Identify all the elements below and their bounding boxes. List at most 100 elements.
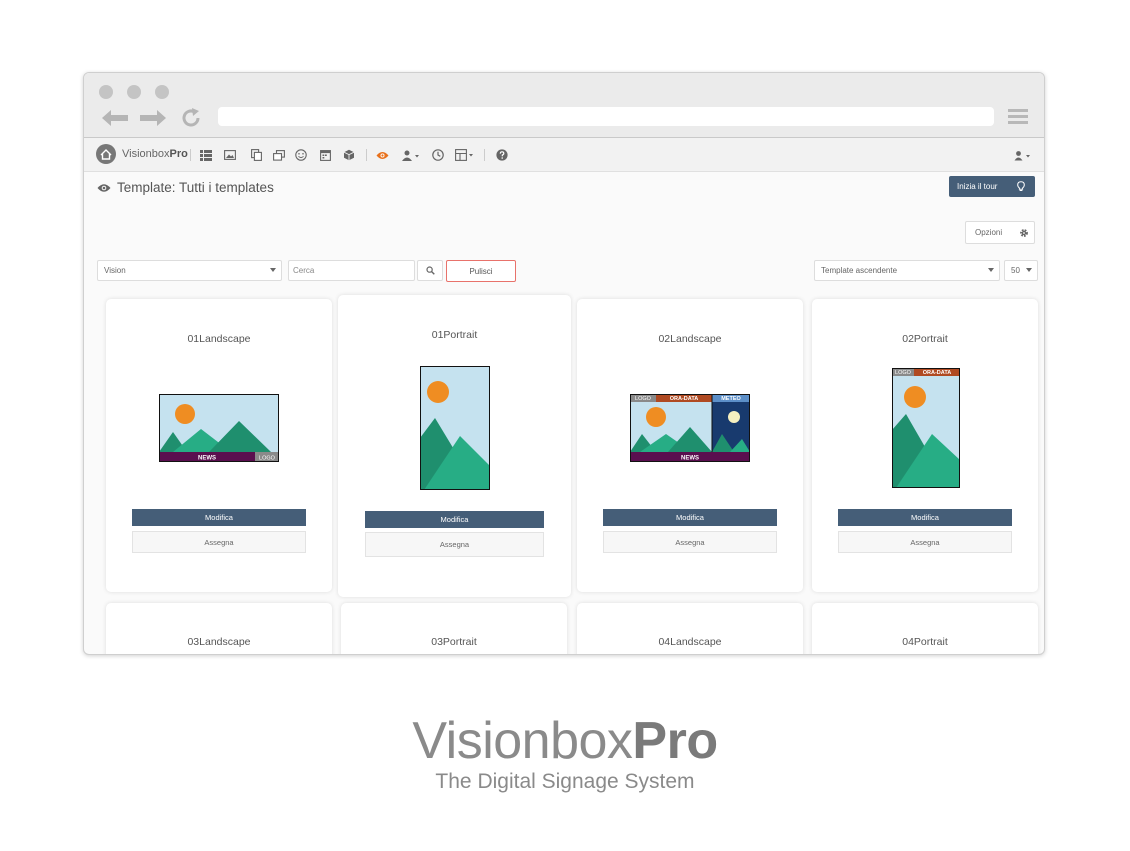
list-icon[interactable]	[199, 148, 213, 162]
footer-brand-logo: VisionboxPro	[0, 711, 1130, 771]
calendar-icon[interactable]	[318, 148, 332, 162]
assign-button[interactable]: Assegna	[365, 532, 544, 557]
template-card-title: 02Landscape	[658, 333, 722, 345]
toolbar-divider	[366, 149, 367, 161]
lightbulb-icon	[1017, 181, 1025, 191]
clock-label: ORA-DATA	[923, 370, 952, 376]
start-tour-label: Inizia il tour	[957, 182, 998, 191]
clear-label: Pulisci	[469, 266, 493, 276]
app-logo-icon[interactable]	[96, 144, 116, 164]
edit-label: Modifica	[205, 513, 233, 522]
edit-button[interactable]: Modifica	[838, 509, 1012, 526]
template-card-title: 04Portrait	[902, 636, 948, 648]
footer-brand-bold: Pro	[632, 712, 718, 770]
clock-icon[interactable]	[431, 148, 445, 162]
help-icon[interactable]	[495, 148, 509, 162]
assign-label: Assegna	[910, 537, 940, 547]
clock-label: ORA-DATA	[670, 396, 699, 402]
layout-dropdown-icon[interactable]	[455, 148, 475, 162]
window-dot-maximize[interactable]	[155, 85, 169, 99]
chevron-down-icon	[988, 268, 994, 272]
user-menu-icon[interactable]	[1014, 149, 1032, 161]
start-tour-button[interactable]: Inizia il tour	[949, 176, 1035, 197]
template-card-title: 03Portrait	[431, 636, 477, 648]
edit-label: Modifica	[911, 513, 939, 522]
assign-label: Assegna	[439, 540, 470, 549]
template-card-03landscape[interactable]: 03Landscape	[106, 603, 332, 654]
app-brand: VisionboxPro	[122, 148, 188, 160]
landscape-news-weather-template-preview: LOGO ORA-DATA METEO NEWS	[630, 394, 750, 462]
weather-label: METEO	[721, 396, 741, 402]
package-icon[interactable]	[342, 148, 356, 162]
chevron-down-icon	[270, 268, 276, 272]
assign-label: Assegna	[675, 537, 705, 547]
copy-icon[interactable]	[249, 148, 263, 162]
brand-bold-text: Pro	[169, 148, 188, 160]
landscape-template-preview: NEWS LOGO	[159, 394, 279, 462]
template-card-title: 04Landscape	[658, 636, 722, 648]
news-label: NEWS	[681, 456, 699, 462]
layers-icon[interactable]	[272, 148, 286, 162]
news-label: NEWS	[198, 456, 216, 462]
assign-button[interactable]: Assegna	[603, 531, 777, 553]
brand-light-text: Visionbox	[122, 148, 170, 160]
smiley-icon[interactable]	[294, 148, 308, 162]
toolbar-divider	[484, 149, 485, 161]
toolbar-divider	[190, 149, 191, 161]
logo-label: LOGO	[635, 396, 652, 402]
template-card-title: 03Landscape	[187, 636, 251, 648]
sort-select-value: Template ascendente	[821, 266, 898, 275]
assign-label: Assegna	[204, 537, 234, 547]
edit-label: Modifica	[440, 515, 469, 524]
search-input[interactable]	[288, 260, 415, 281]
options-button[interactable]: Opzioni	[965, 221, 1035, 244]
page-title-text: Template: Tutti i templates	[117, 180, 274, 195]
page-title: Template: Tutti i templates	[97, 180, 274, 195]
edit-label: Modifica	[676, 513, 704, 522]
footer-tagline: The Digital Signage System	[435, 770, 695, 793]
gear-icon	[1020, 229, 1028, 237]
address-bar[interactable]	[218, 107, 994, 126]
page-size-value: 50	[1011, 266, 1020, 275]
template-card-02portrait[interactable]: 02Portrait LOGO ORA-DATA Modifica Assegn…	[812, 299, 1038, 592]
options-label: Opzioni	[975, 228, 1003, 237]
edit-button[interactable]: Modifica	[132, 509, 306, 526]
template-card-04portrait[interactable]: 04Portrait	[812, 603, 1038, 654]
browser-menu-icon[interactable]	[1008, 109, 1028, 125]
app-toolbar: VisionboxPro	[84, 138, 1044, 172]
category-select-value: Vision	[104, 266, 126, 275]
window-dot-minimize[interactable]	[127, 85, 141, 99]
assign-button[interactable]: Assegna	[132, 531, 306, 553]
template-card-04landscape[interactable]: 04Landscape	[577, 603, 803, 654]
window-dot-close[interactable]	[99, 85, 113, 99]
chevron-down-icon	[1026, 268, 1032, 272]
browser-chrome	[84, 73, 1044, 138]
logo-label: LOGO	[259, 456, 276, 462]
template-card-title: 01Landscape	[187, 333, 251, 345]
image-icon[interactable]	[223, 148, 237, 162]
template-card-02landscape[interactable]: 02Landscape LOGO ORA-DATA METEO NEWS Mod…	[577, 299, 803, 592]
edit-button[interactable]: Modifica	[365, 511, 544, 528]
reload-icon[interactable]	[180, 105, 202, 131]
template-card-03portrait[interactable]: 03Portrait	[341, 603, 567, 654]
logo-label: LOGO	[895, 370, 912, 376]
page-size-select[interactable]: 50	[1004, 260, 1038, 281]
search-button[interactable]	[417, 260, 443, 281]
portrait-clock-template-preview: LOGO ORA-DATA	[892, 368, 960, 488]
assign-button[interactable]: Assegna	[838, 531, 1012, 553]
browser-window: VisionboxPro Template: Tutti i templates…	[83, 72, 1045, 655]
eye-icon[interactable]	[375, 148, 389, 162]
portrait-template-preview	[420, 366, 490, 490]
clear-button[interactable]: Pulisci	[446, 260, 516, 282]
sort-select[interactable]: Template ascendente	[814, 260, 1000, 281]
back-arrow-icon[interactable]	[100, 105, 130, 131]
forward-arrow-icon[interactable]	[138, 105, 168, 131]
template-card-title: 02Portrait	[902, 333, 948, 345]
template-card-01portrait[interactable]: 01Portrait Modifica Assegna	[338, 295, 571, 597]
edit-button[interactable]: Modifica	[603, 509, 777, 526]
users-dropdown-icon[interactable]	[401, 148, 421, 162]
search-icon	[425, 266, 435, 275]
category-select[interactable]: Vision	[97, 260, 282, 281]
eye-icon	[97, 183, 111, 192]
template-card-01landscape[interactable]: 01Landscape NEWS LOGO Modifica Assegna	[106, 299, 332, 592]
